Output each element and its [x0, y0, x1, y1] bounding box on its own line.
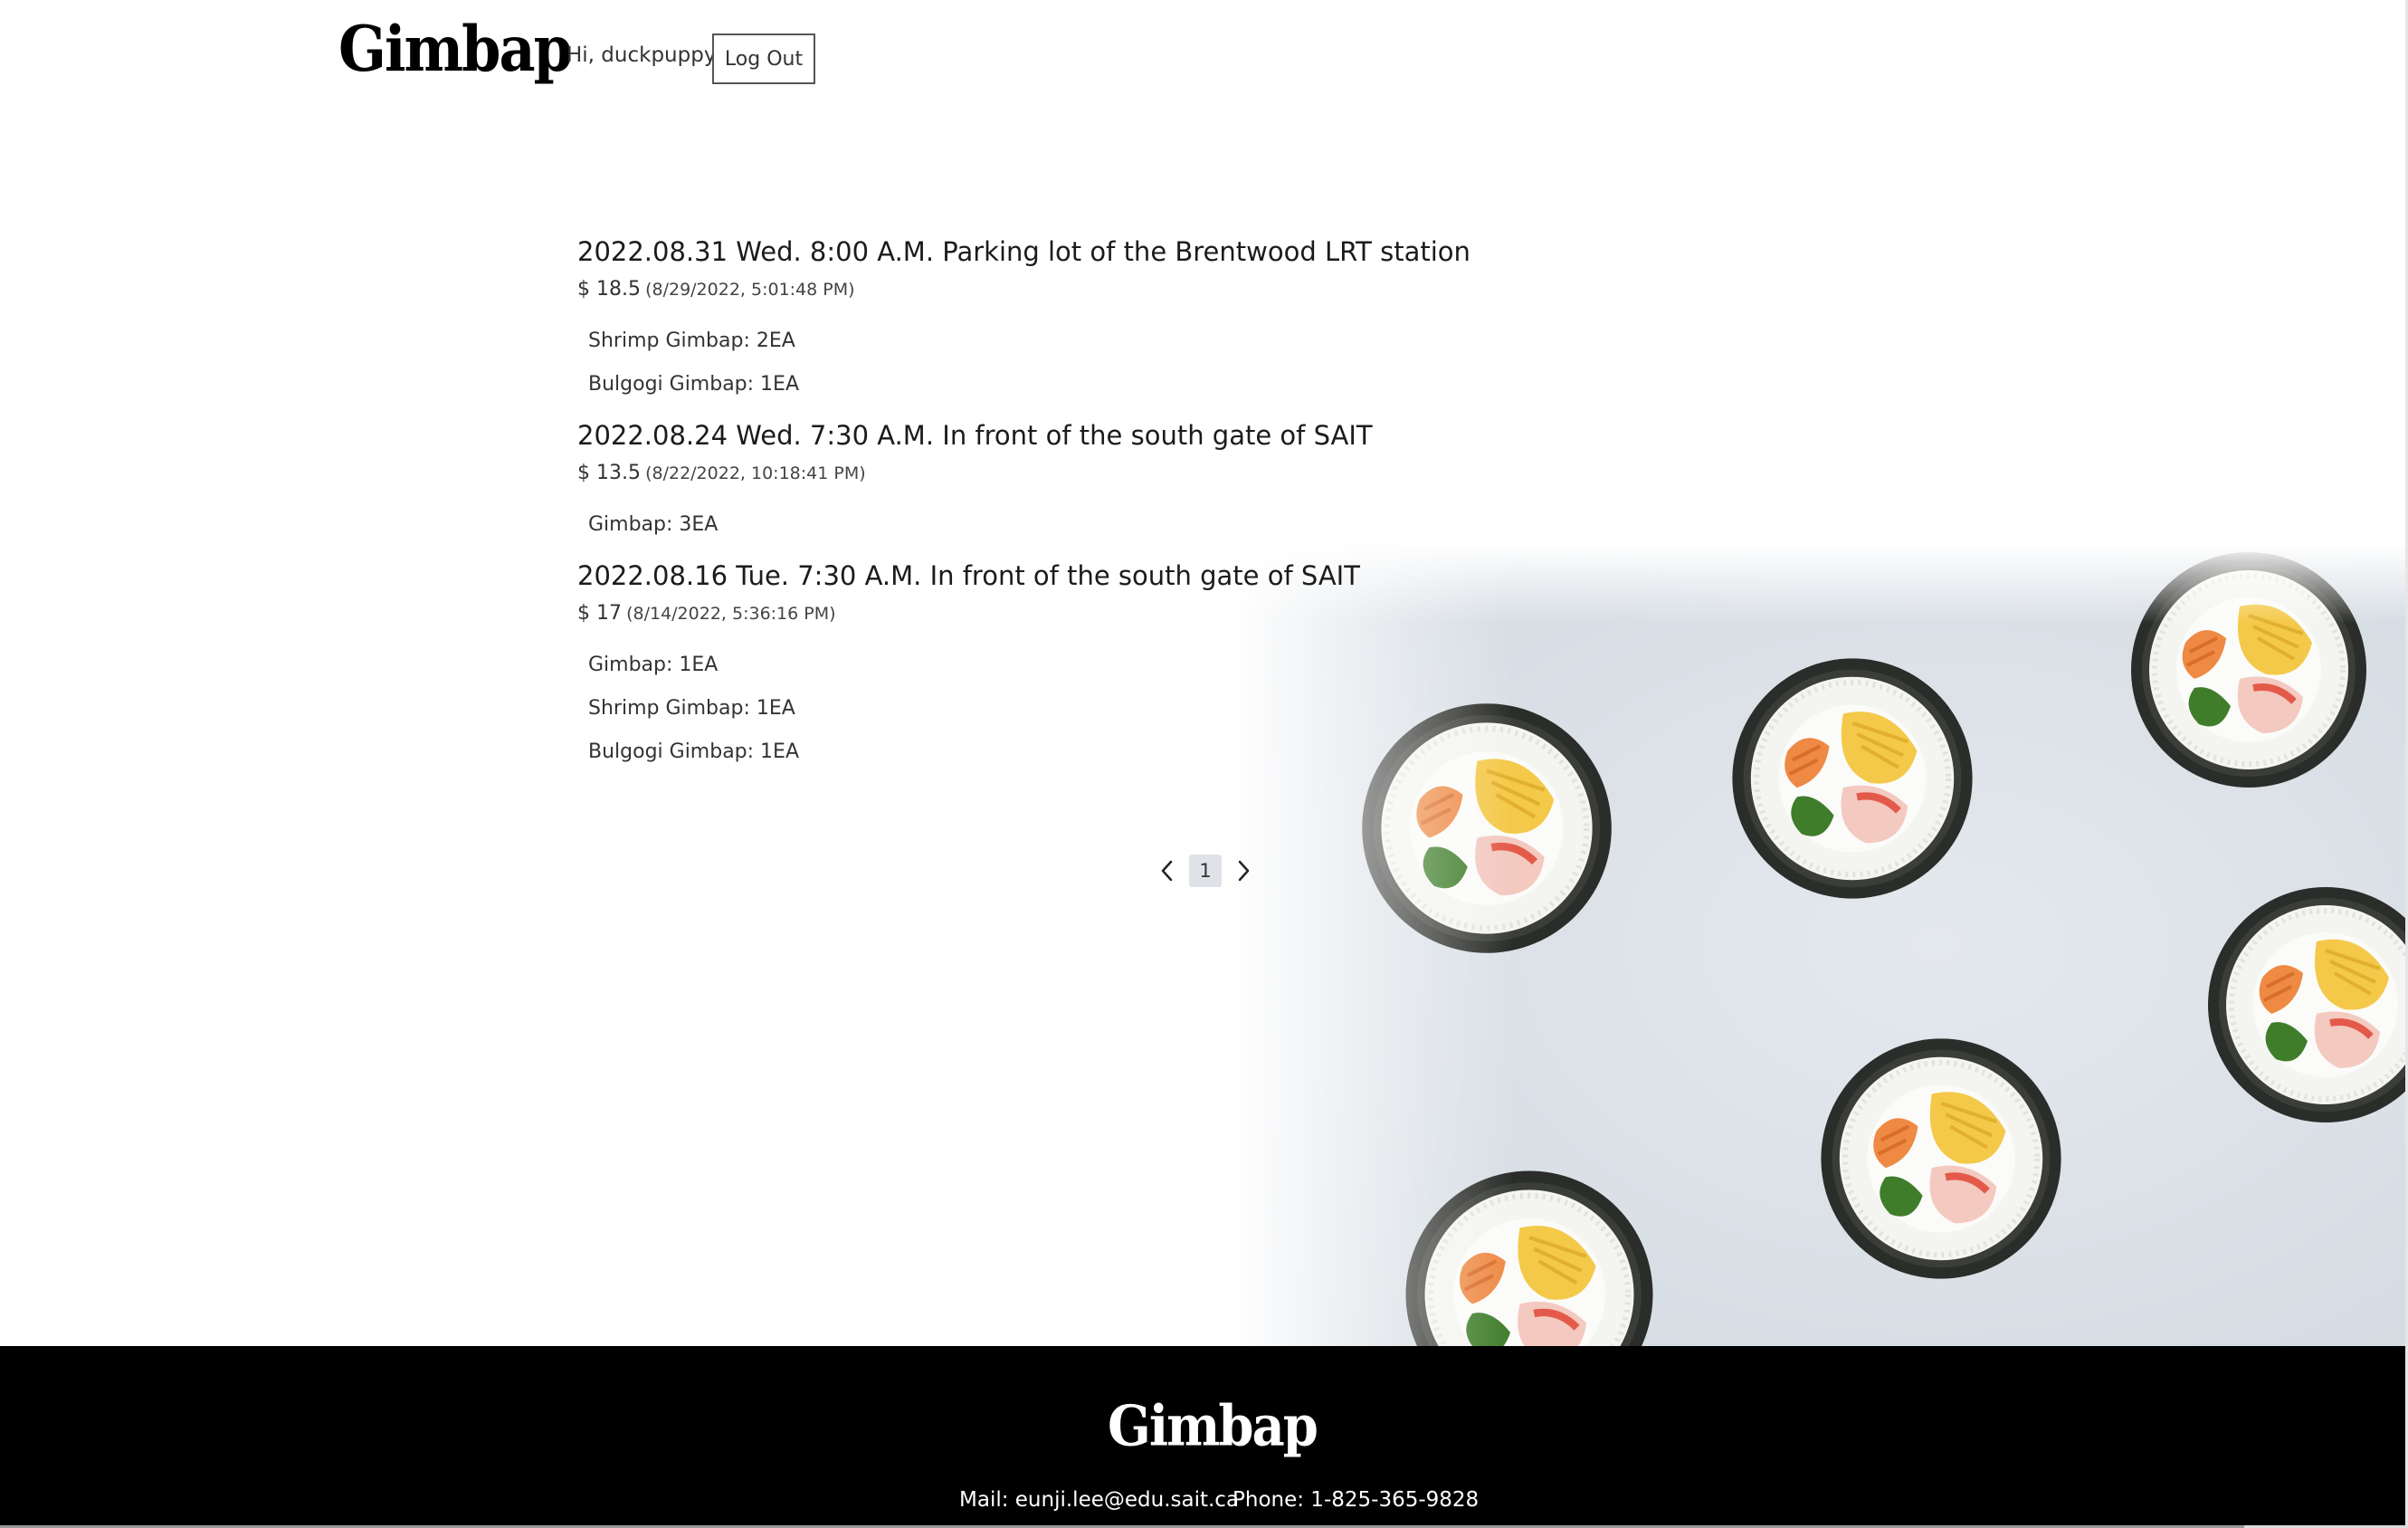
- order-timestamp: (8/29/2022, 5:01:48 PM): [645, 280, 855, 300]
- order-entry: 2022.08.31 Wed. 8:00 A.M. Parking lot of…: [577, 234, 1482, 406]
- order-summary: $ 17 (8/14/2022, 5:36:16 PM): [577, 599, 1482, 629]
- chevron-right-icon: [1238, 860, 1250, 882]
- order-item: Gimbap: 3EA: [588, 513, 719, 536]
- order-pickup-title: 2022.08.16 Tue. 7:30 A.M. In front of th…: [577, 560, 1360, 591]
- order-item: Bulgogi Gimbap: 1EA: [588, 373, 799, 396]
- order-price: $ 18.5: [577, 278, 641, 301]
- user-greeting: Hi, duckpuppy: [566, 43, 717, 67]
- footer-phone: Phone: 1-825-365-9828: [1233, 1488, 1480, 1512]
- order-summary: $ 18.5 (8/29/2022, 5:01:48 PM): [577, 275, 1482, 305]
- order-entry: 2022.08.24 Wed. 7:30 A.M. In front of th…: [577, 417, 1482, 547]
- site-logo[interactable]: Gimbap: [338, 17, 573, 81]
- order-history-list: 2022.08.31 Wed. 8:00 A.M. Parking lot of…: [577, 234, 1482, 774]
- previous-page-button[interactable]: [1153, 855, 1182, 887]
- order-price: $ 17: [577, 602, 622, 625]
- order-pickup-title: 2022.08.24 Wed. 7:30 A.M. In front of th…: [577, 420, 1373, 451]
- footer-mail: Mail: eunji.lee@edu.sait.ca: [959, 1488, 1240, 1512]
- order-item: Shrimp Gimbap: 2EA: [588, 329, 795, 352]
- order-items: Shrimp Gimbap: 2EA Bulgogi Gimbap: 1EA: [588, 320, 1482, 406]
- order-summary: $ 13.5 (8/22/2022, 10:18:41 PM): [577, 459, 1482, 489]
- order-items: Gimbap: 3EA: [588, 503, 1482, 547]
- pagination: 1: [1153, 855, 1258, 887]
- logout-button[interactable]: Log Out: [712, 33, 815, 84]
- order-item: Bulgogi Gimbap: 1EA: [588, 740, 799, 763]
- footer-logo[interactable]: Gimbap: [1108, 1399, 1318, 1455]
- page-number-current[interactable]: 1: [1189, 855, 1222, 887]
- chevron-left-icon: [1161, 860, 1173, 882]
- order-pickup-title: 2022.08.31 Wed. 8:00 A.M. Parking lot of…: [577, 236, 1470, 267]
- order-entry: 2022.08.16 Tue. 7:30 A.M. In front of th…: [577, 558, 1482, 774]
- order-item: Shrimp Gimbap: 1EA: [588, 697, 795, 720]
- order-items: Gimbap: 1EA Shrimp Gimbap: 1EA Bulgogi G…: [588, 644, 1482, 774]
- next-page-button[interactable]: [1229, 855, 1258, 887]
- order-price: $ 13.5: [577, 462, 641, 484]
- order-timestamp: (8/14/2022, 5:36:16 PM): [626, 604, 836, 624]
- order-item: Gimbap: 1EA: [588, 654, 719, 676]
- order-timestamp: (8/22/2022, 10:18:41 PM): [645, 463, 866, 483]
